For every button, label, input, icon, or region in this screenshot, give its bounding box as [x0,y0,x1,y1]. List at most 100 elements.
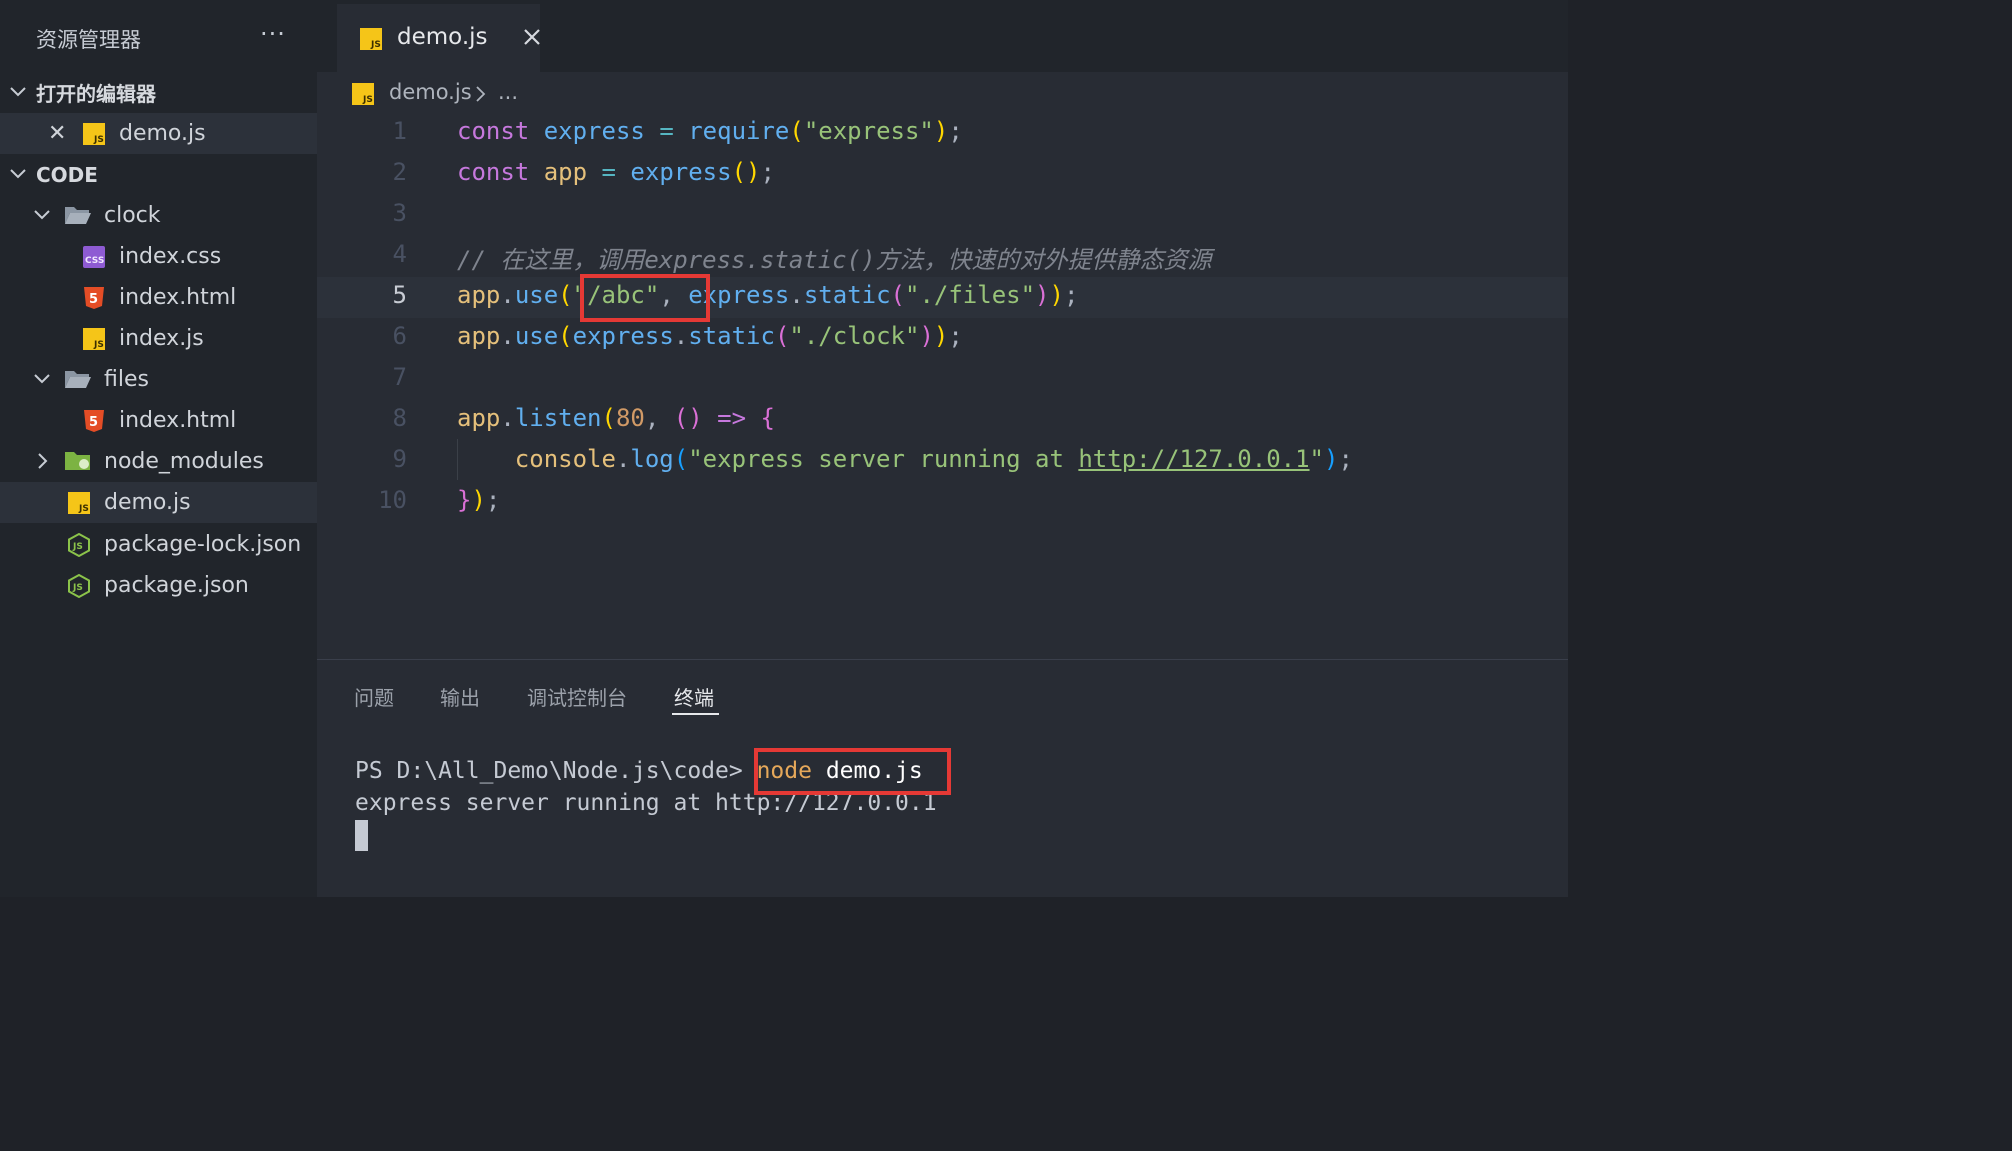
code-token: ) [1324,445,1339,473]
nodejs-file-icon: JS [67,533,91,557]
tab-label: demo.js [397,24,488,50]
tab-debug-console[interactable]: 调试控制台 [527,682,627,711]
folder-node-modules[interactable]: node_modules [0,441,317,482]
code-line[interactable]: 6 app.use(express.static("./clock")); [317,318,1568,359]
html-file-icon: 5 [82,409,106,433]
file-label: package-lock.json [104,532,302,557]
svg-text:CSS: CSS [85,256,104,266]
file-item[interactable]: CSS index.css [0,236,317,277]
line-code: app.use(express.static("./clock")); [457,322,963,350]
file-item[interactable]: 5 index.html [0,277,317,318]
chevron-right-icon [32,451,52,471]
code-token: ; [948,117,963,145]
code-token: require [688,117,790,145]
folder-label: clock [104,203,161,228]
folder-label: node_modules [104,449,264,474]
svg-text:JS: JS [93,135,104,145]
code-line[interactable]: 7 [317,359,1568,400]
breadcrumb-file[interactable]: demo.js [389,80,472,104]
code-token: ( [558,322,573,350]
js-file-icon: JS [67,491,91,515]
code-token: . [615,445,631,473]
code-token: ( [601,404,616,432]
code-token: ( [558,281,573,309]
terminal-cursor [355,820,368,851]
code-token: { [760,404,775,432]
open-editors-section-header[interactable]: 打开的编辑器 [0,72,317,113]
chevron-down-icon [8,164,28,184]
line-number: 10 [378,486,407,514]
code-line[interactable]: 3 [317,195,1568,236]
file-item[interactable]: JS package-lock.json [0,524,317,565]
folder-files[interactable]: files [0,359,317,400]
svg-text:JS: JS [370,40,381,50]
code-token: = [659,117,674,145]
file-item[interactable]: JS index.js [0,318,317,359]
folder-label: files [104,367,149,392]
code-token: ) [933,117,949,145]
code-editor[interactable]: JS demo.js ... 1 const express = require… [317,72,1568,659]
code-line[interactable]: 4 // 在这里，调用express.static()方法，快速的对外提供静态资… [317,236,1568,277]
line-number: 1 [392,117,407,145]
code-token: ( [789,117,804,145]
more-actions-icon[interactable]: ··· [260,20,286,48]
workspace-section-header[interactable]: CODE [0,154,317,195]
line-number: 7 [392,363,407,391]
file-item[interactable]: JS package.json [0,565,317,606]
file-label: index.html [119,285,237,310]
code-token: ( [890,281,905,309]
active-tab-indicator [672,713,719,715]
line-number: 5 [392,281,407,309]
code-token: listen [514,404,602,432]
file-item[interactable]: 5 index.html [0,400,317,441]
code-line[interactable]: 10 }); [317,482,1568,523]
svg-text:5: 5 [89,292,98,307]
svg-text:JS: JS [72,583,83,593]
close-editor-icon[interactable]: ✕ [48,121,66,146]
highlight-box-route-prefix [580,274,710,322]
tab-problems[interactable]: 问题 [354,682,394,711]
code-token: express [572,322,674,350]
open-editor-label: demo.js [119,121,206,146]
file-label: package.json [104,573,249,598]
code-token: log [630,445,674,473]
js-file-icon: JS [351,82,375,111]
code-token: express [543,117,645,145]
chevron-down-icon [8,82,28,102]
open-editor-item-demo-js[interactable]: ✕ JS demo.js [0,113,317,154]
code-token: ) [471,486,486,514]
tab-output[interactable]: 输出 [440,682,480,711]
code-token: express [630,158,732,186]
file-item-demo-js[interactable]: JS demo.js [0,482,317,523]
code-token: app [457,322,501,350]
code-line[interactable]: 8 app.listen(80, () => { [317,400,1568,441]
breadcrumb-symbols[interactable]: ... [498,80,518,104]
nodejs-file-icon: JS [67,574,91,598]
code-token: ) [1049,281,1064,309]
tab-terminal[interactable]: 终端 [674,682,714,711]
node-modules-folder-icon [64,449,90,473]
code-token: , [644,404,674,432]
code-line[interactable]: 9 console.log("express server running at… [317,441,1568,482]
workspace-label: CODE [36,162,98,187]
code-token: app [457,281,501,309]
line-code: const app = express(); [457,158,775,186]
folder-open-icon [64,203,91,227]
folder-clock[interactable]: clock [0,195,317,236]
file-label: index.css [119,244,222,269]
terminal-prompt: PS D:\All_Demo\Node.js\code> [355,758,757,784]
code-token: ( [774,322,790,350]
code-line[interactable]: 2 const app = express(); [317,154,1568,195]
chevron-right-icon [473,84,489,104]
code-line[interactable]: 1 const express = require("express"); [317,113,1568,154]
close-tab-icon[interactable] [521,26,543,48]
code-token: . [673,322,689,350]
tab-demo-js[interactable]: JS demo.js [337,4,540,72]
code-line-current[interactable]: 5 app.use("/abc", express.static("./file… [317,277,1568,318]
